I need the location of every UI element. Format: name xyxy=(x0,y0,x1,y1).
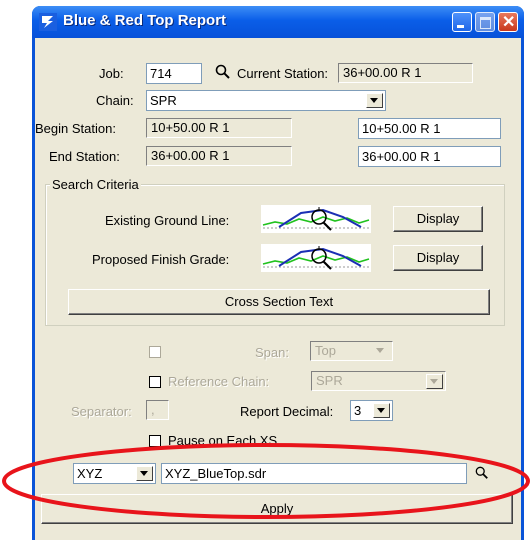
separator-label: Separator: xyxy=(71,404,132,419)
chevron-down-icon[interactable] xyxy=(136,466,153,481)
pause-checkbox[interactable] xyxy=(149,435,161,447)
maximize-button xyxy=(475,12,495,32)
current-station-value: 36+00.00 R 1 xyxy=(338,63,473,83)
reference-chain-value: SPR xyxy=(316,373,343,388)
end-station-label: End Station: xyxy=(49,149,120,164)
profile-graph-icon xyxy=(261,205,371,233)
job-input[interactable]: 714 xyxy=(146,63,202,84)
search-criteria-label: Search Criteria xyxy=(50,177,141,192)
begin-station-label: Begin Station: xyxy=(35,121,116,136)
title-bar[interactable]: Blue & Red Top Report ✕ xyxy=(32,6,524,38)
report-decimal-value: 3 xyxy=(354,403,362,418)
search-icon[interactable] xyxy=(475,466,489,480)
dialog-body: Job: 714 Current Station: 36+00.00 R 1 C… xyxy=(35,38,521,540)
reference-chain-checkbox[interactable] xyxy=(149,376,161,388)
chain-label: Chain: xyxy=(96,93,134,108)
report-window: Blue & Red Top Report ✕ Job: 714 Current… xyxy=(32,6,524,540)
display-proposed-button[interactable]: Display xyxy=(393,245,483,271)
chain-value: SPR xyxy=(150,93,177,108)
reference-chain-label: Reference Chain: xyxy=(168,374,270,389)
existing-ground-label: Existing Ground Line: xyxy=(105,213,230,228)
output-format-value: XYZ xyxy=(77,466,103,481)
report-decimal-label: Report Decimal: xyxy=(240,404,334,419)
current-station-label: Current Station: xyxy=(237,66,329,81)
span-select: Top xyxy=(310,341,393,361)
app-logo-icon xyxy=(39,13,57,31)
begin-station-value: 10+50.00 R 1 xyxy=(146,118,292,138)
cross-section-text-button[interactable]: Cross Section Text xyxy=(68,289,490,315)
proposed-finish-label: Proposed Finish Grade: xyxy=(92,252,230,267)
chevron-down-icon[interactable] xyxy=(366,93,383,108)
close-icon: ✕ xyxy=(502,14,516,31)
chevron-down-icon[interactable] xyxy=(373,403,390,418)
output-file-input[interactable]: XYZ_BlueTop.sdr xyxy=(161,463,467,484)
minimize-button[interactable] xyxy=(452,12,472,32)
chain-select[interactable]: SPR xyxy=(146,90,386,111)
close-button[interactable]: ✕ xyxy=(498,12,518,32)
pause-label: Pause on Each XS xyxy=(168,433,278,448)
separator-input: , xyxy=(146,400,169,420)
span-label: Span: xyxy=(255,345,289,360)
window-title: Blue & Red Top Report xyxy=(63,12,227,29)
profile-graph-icon xyxy=(261,244,371,272)
report-decimal-select[interactable]: 3 xyxy=(350,400,393,421)
output-format-select[interactable]: XYZ xyxy=(73,463,156,484)
chevron-down-icon xyxy=(373,344,390,359)
begin-station-input[interactable]: 10+50.00 R 1 xyxy=(358,118,501,139)
chevron-down-icon xyxy=(426,374,443,389)
end-station-value: 36+00.00 R 1 xyxy=(146,146,292,166)
search-icon[interactable] xyxy=(215,64,231,80)
job-label: Job: xyxy=(99,66,124,81)
end-station-input[interactable]: 36+00.00 R 1 xyxy=(358,146,501,167)
display-existing-button[interactable]: Display xyxy=(393,206,483,232)
span-value: Top xyxy=(315,343,336,358)
reference-chain-select: SPR xyxy=(311,371,446,391)
span-checkbox[interactable] xyxy=(149,346,161,358)
apply-button[interactable]: Apply xyxy=(41,494,513,524)
